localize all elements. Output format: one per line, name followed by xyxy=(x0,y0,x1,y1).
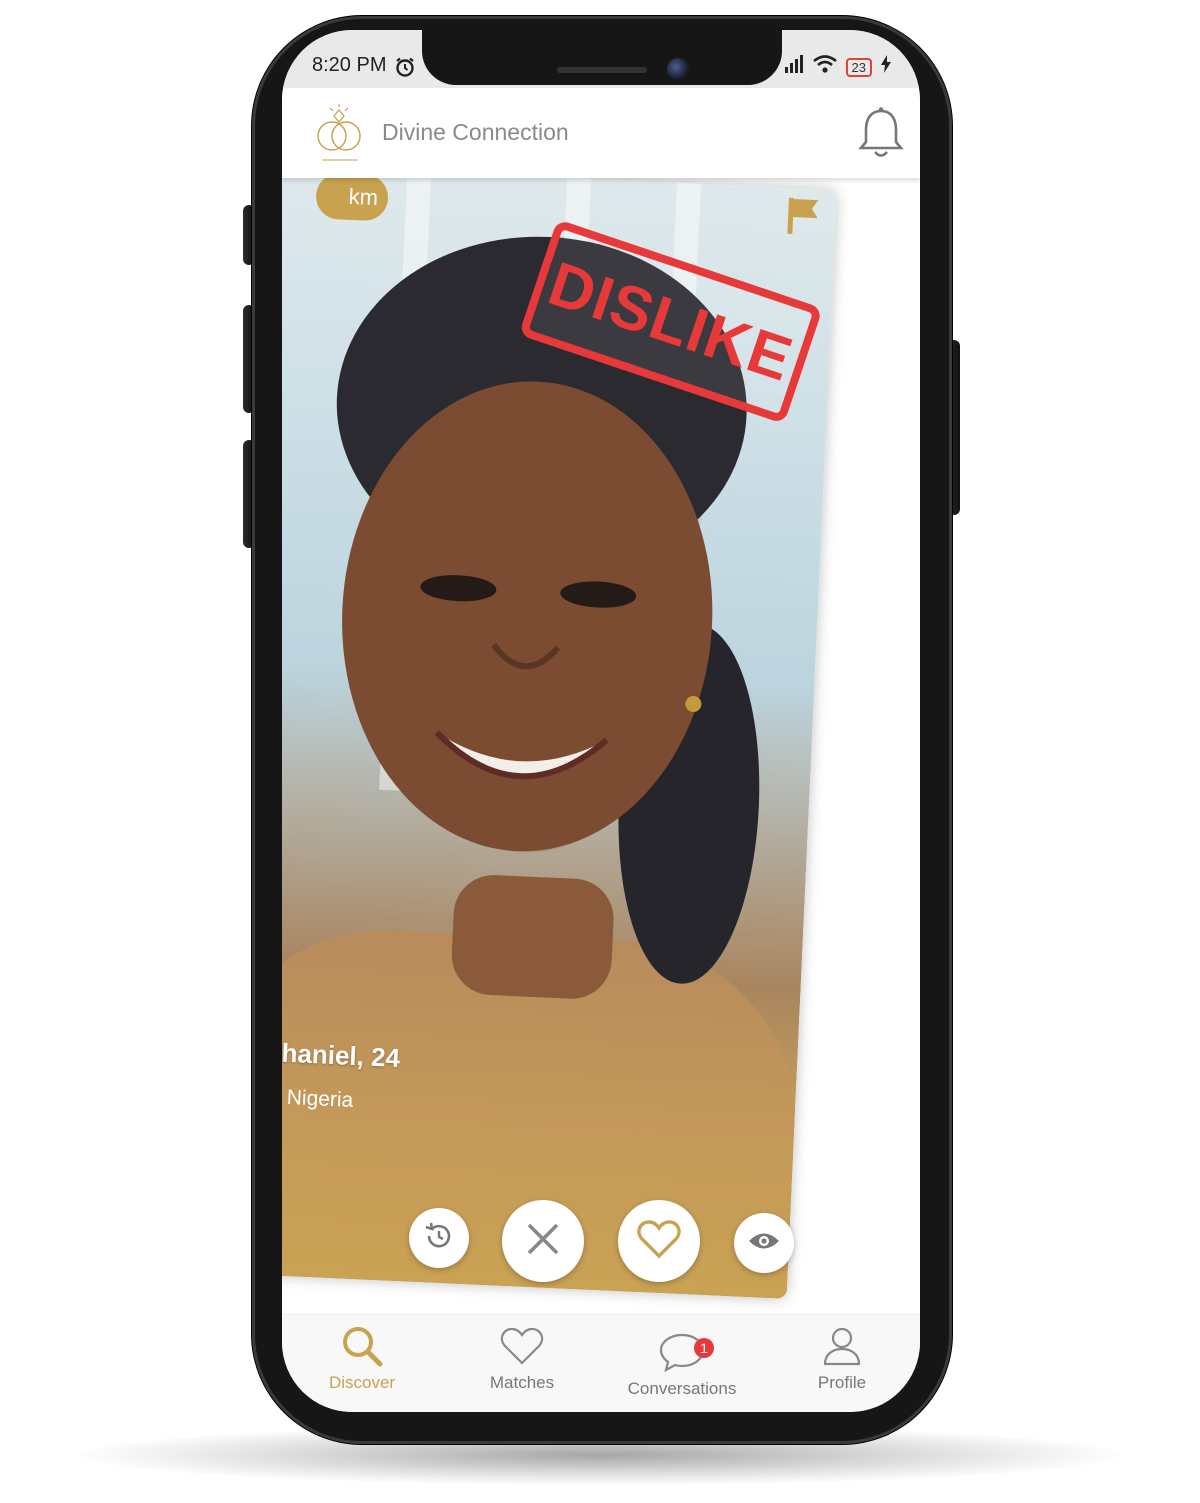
signal-icon xyxy=(784,54,804,80)
tab-discover[interactable]: Discover xyxy=(282,1325,442,1393)
tab-conversations-label: Conversations xyxy=(627,1379,737,1398)
tab-discover-label: Discover xyxy=(328,1373,396,1392)
alarm-icon xyxy=(394,56,416,84)
rewind-button[interactable] xyxy=(409,1208,469,1268)
search-icon xyxy=(340,1324,384,1373)
conversations-badge: 1 xyxy=(694,1338,714,1358)
status-icons: 23 xyxy=(784,54,892,80)
close-icon xyxy=(525,1221,561,1262)
app-logo xyxy=(310,102,370,164)
battery-level: 23 xyxy=(845,57,872,77)
rewind-icon xyxy=(423,1220,455,1257)
wifi-icon xyxy=(812,54,838,80)
bottom-tab-bar: Discover Matches 1 Conversations Profile xyxy=(282,1314,920,1412)
status-time: 8:20 PM xyxy=(312,54,387,76)
front-camera xyxy=(667,58,689,80)
speaker-grille xyxy=(557,67,647,73)
dislike-button[interactable] xyxy=(502,1200,584,1282)
tab-profile-label: Profile xyxy=(817,1373,867,1392)
app-title: Divine Connection xyxy=(382,119,569,145)
tab-matches-label: Matches xyxy=(489,1373,555,1392)
tab-matches[interactable]: Matches xyxy=(442,1325,602,1393)
like-button[interactable] xyxy=(618,1200,700,1282)
notifications-bell-icon[interactable] xyxy=(858,106,904,160)
distance-badge: km xyxy=(315,172,390,222)
camera-notch xyxy=(422,30,782,85)
profile-card[interactable]: km DISLIKE chaniel, 24 , Nigeria xyxy=(282,163,837,1299)
phone-screen: 8:20 PM 23 Divine Connection km DISLIKE … xyxy=(282,30,920,1412)
heart-outline-icon xyxy=(500,1326,544,1371)
user-icon xyxy=(822,1326,862,1371)
eye-icon xyxy=(747,1230,781,1257)
view-profile-button[interactable] xyxy=(734,1213,794,1273)
tab-profile[interactable]: Profile xyxy=(762,1325,920,1393)
heart-icon xyxy=(637,1219,681,1264)
report-flag-icon[interactable] xyxy=(787,196,823,242)
tab-conversations[interactable]: 1 Conversations xyxy=(602,1331,762,1399)
status-bar: 8:20 PM 23 xyxy=(282,30,920,88)
profile-location: , Nigeria xyxy=(282,1085,354,1112)
app-header: Divine Connection xyxy=(282,88,920,178)
charging-icon xyxy=(880,55,892,79)
profile-name-age: chaniel, 24 xyxy=(282,1037,401,1074)
